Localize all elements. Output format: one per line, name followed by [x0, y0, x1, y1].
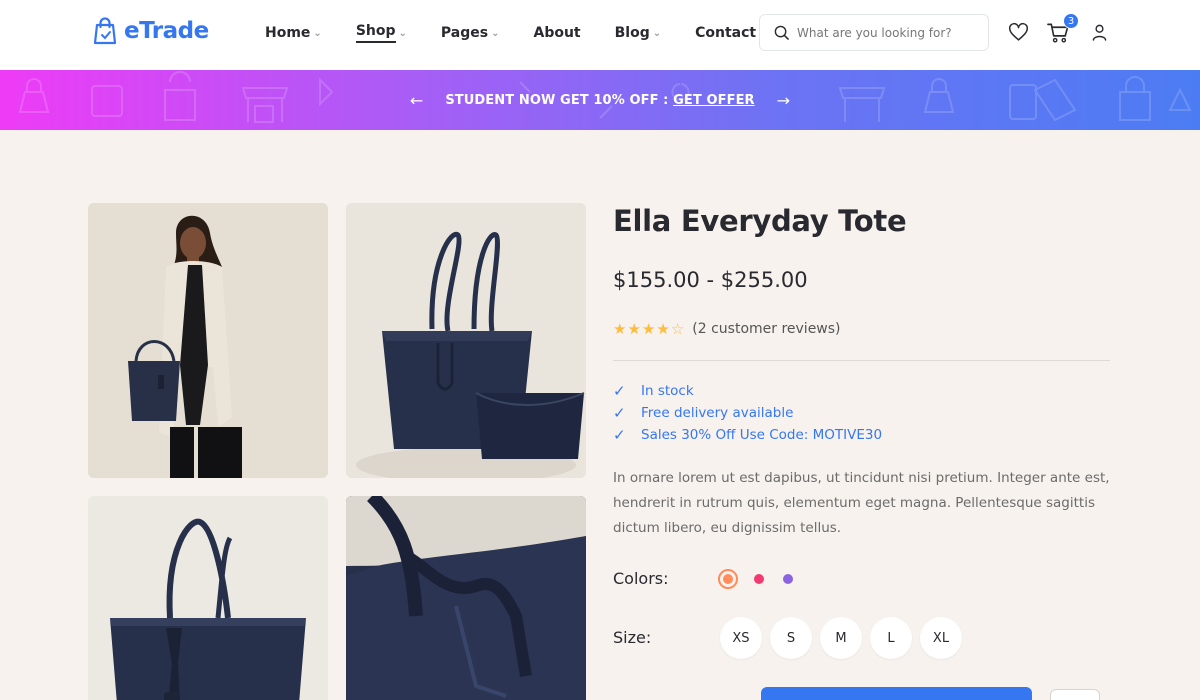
promo-text: STUDENT NOW GET 10% OFF : GET OFFER — [445, 93, 754, 108]
nav-label: Home — [265, 25, 311, 41]
nav-shop[interactable]: Shop ⌄ — [355, 23, 407, 43]
promo-banner: ← STUDENT NOW GET 10% OFF : GET OFFER → — [0, 70, 1200, 130]
model-with-tote-illustration — [88, 203, 328, 478]
logo-text: eTrade — [124, 18, 209, 44]
nav-home[interactable]: Home ⌄ — [265, 25, 322, 41]
tote-front-illustration — [88, 496, 328, 700]
feature-text: Sales 30% Off Use Code: MOTIVE30 — [641, 427, 883, 443]
nav-contact[interactable]: Contact — [695, 25, 756, 41]
tote-with-pouch-image[interactable] — [346, 203, 586, 478]
cart-count-badge: 3 — [1063, 13, 1079, 29]
get-offer-link[interactable]: GET OFFER — [673, 93, 755, 108]
nav-label: Contact — [695, 25, 757, 41]
brand-logo[interactable]: eTrade — [92, 16, 209, 46]
user-icon[interactable] — [1092, 24, 1107, 41]
nav-pages[interactable]: Pages ⌄ — [441, 25, 500, 41]
color-swatches — [718, 569, 809, 589]
nav-about[interactable]: About — [533, 25, 580, 41]
arrow-left-icon[interactable]: ← — [410, 91, 423, 110]
add-to-cart-button[interactable] — [761, 687, 1032, 700]
feature-discount-code: ✓ Sales 30% Off Use Code: MOTIVE30 — [613, 426, 882, 444]
tote-with-pouch-illustration — [346, 203, 586, 478]
search-box[interactable] — [759, 14, 989, 51]
search-icon — [774, 25, 789, 40]
tote-front-image[interactable] — [88, 496, 328, 700]
nav-label: Shop — [355, 23, 396, 43]
search-input[interactable] — [797, 25, 977, 40]
star-filled-icon: ★ — [627, 320, 641, 338]
nav-label: Pages — [440, 25, 489, 41]
quantity-stepper[interactable] — [1050, 689, 1100, 700]
chevron-down-icon: ⌄ — [313, 27, 322, 39]
main-nav: Home ⌄ Shop ⌄ Pages ⌄ About Blog ⌄ Contact — [265, 0, 790, 66]
colors-label: Colors: — [613, 569, 669, 588]
product-description: In ornare lorem ut est dapibus, ut tinci… — [613, 470, 1110, 536]
size-option-s[interactable]: S — [770, 617, 812, 659]
color-dot — [723, 574, 733, 584]
size-option-l[interactable]: L — [870, 617, 912, 659]
size-options: XS S M L XL — [720, 617, 970, 659]
star-filled-icon: ★ — [613, 320, 627, 338]
nav-blog[interactable]: Blog ⌄ — [615, 25, 662, 41]
tote-detail-closeup-image[interactable] — [346, 496, 586, 700]
star-empty-icon: ☆ — [670, 320, 685, 338]
check-icon: ✓ — [613, 426, 626, 444]
promo-message: STUDENT NOW GET 10% OFF : — [445, 92, 674, 108]
shopping-bag-logo-icon — [93, 17, 117, 45]
star-filled-icon: ★ — [656, 320, 670, 338]
color-swatch-purple[interactable] — [783, 574, 793, 584]
feature-in-stock: ✓ In stock — [613, 382, 694, 400]
color-swatch-selected[interactable] — [718, 569, 738, 589]
feature-text: Free delivery available — [641, 405, 794, 421]
feature-free-delivery: ✓ Free delivery available — [613, 404, 793, 422]
color-swatch-pink[interactable] — [754, 574, 764, 584]
arrow-right-icon[interactable]: → — [777, 91, 790, 110]
divider — [613, 360, 1110, 361]
review-count-link[interactable]: (2 customer reviews) — [692, 321, 840, 337]
heart-icon[interactable] — [1008, 22, 1029, 42]
chevron-down-icon: ⌄ — [398, 27, 407, 39]
model-with-tote-image[interactable] — [88, 203, 328, 478]
product-title: Ella Everyday Tote — [613, 204, 907, 238]
check-icon: ✓ — [613, 382, 626, 400]
promo-content: ← STUDENT NOW GET 10% OFF : GET OFFER → — [0, 70, 1200, 130]
size-option-xs[interactable]: XS — [720, 617, 762, 659]
size-label: Size: — [613, 628, 652, 647]
product-price: $155.00 - $255.00 — [613, 268, 808, 292]
chevron-down-icon: ⌄ — [491, 27, 500, 39]
site-header: eTrade Home ⌄ Shop ⌄ Pages ⌄ About Blog ⌄ Co… — [0, 0, 1200, 70]
star-filled-icon: ★ — [641, 320, 656, 338]
feature-text: In stock — [641, 383, 694, 399]
check-icon: ✓ — [613, 404, 626, 422]
size-option-xl[interactable]: XL — [920, 617, 962, 659]
product-rating: ★ ★ ★ ★ ☆ (2 customer reviews) — [613, 320, 841, 338]
size-option-m[interactable]: M — [820, 617, 862, 659]
tote-detail-closeup-illustration — [346, 496, 586, 700]
nav-label: Blog — [614, 25, 650, 41]
chevron-down-icon: ⌄ — [652, 27, 662, 39]
nav-label: About — [533, 25, 581, 41]
